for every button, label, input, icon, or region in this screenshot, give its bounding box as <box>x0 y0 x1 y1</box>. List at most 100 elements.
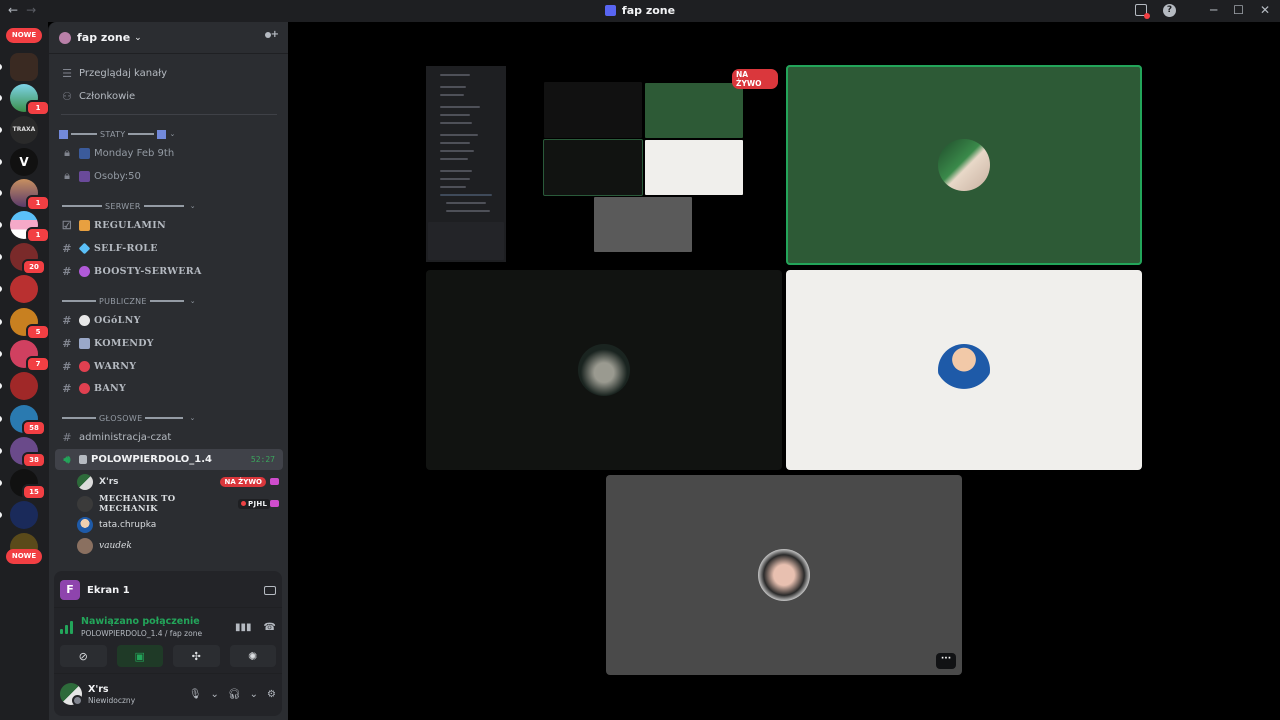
unread-badge: 7 <box>26 356 50 372</box>
server-icon[interactable] <box>10 501 38 529</box>
unread-badge: 38 <box>22 452 46 468</box>
headphones-icon[interactable]: 🎧︎ <box>228 689 241 700</box>
channel-bany[interactable]: # BANY <box>55 377 283 399</box>
new-unread-pill[interactable]: NOWE <box>6 28 42 43</box>
window-title: fap zone <box>0 4 1280 17</box>
monitor-icon[interactable] <box>264 585 276 595</box>
category-publiczne-label: PUBLICZNE <box>99 296 147 306</box>
connection-location[interactable]: POLOWPIERDOLO_1.4 / fap zone <box>81 629 202 638</box>
lock-icon: 🔒︎ <box>64 146 70 159</box>
settings-gear-icon[interactable]: ⚙ <box>267 689 276 700</box>
members-label: Członkowie <box>79 90 136 102</box>
rule <box>62 417 96 419</box>
category-publiczne[interactable]: PUBLICZNE ⌄ <box>59 294 279 308</box>
lock-icon: 🔒︎ <box>64 169 70 182</box>
chevron-down-icon[interactable]: ⌄ <box>211 689 219 700</box>
members[interactable]: ⚇ Członkowie <box>55 85 283 107</box>
server-icon[interactable] <box>10 53 38 81</box>
close-icon[interactable]: ✕ <box>1260 3 1270 17</box>
channel-regulamin[interactable]: ☑ REGULAMIN <box>55 214 283 236</box>
clan-tag: PJHL <box>238 498 271 509</box>
stop-screen-share-button[interactable]: ▣ <box>116 645 163 667</box>
channel-admin-czat[interactable]: # administracja-czat <box>55 426 283 448</box>
voice-user-xrs[interactable]: X'rs NA ŻYWO <box>77 471 283 492</box>
channel-self-role[interactable]: # SELF-ROLE <box>55 237 283 259</box>
category-serwer[interactable]: SERWER ⌄ <box>59 199 279 213</box>
avatar <box>77 473 93 490</box>
no-entry-icon <box>79 382 90 394</box>
category-glosowe[interactable]: GŁOSOWE ⌄ <box>59 411 279 425</box>
screen-share-status[interactable]: F Ekran 1 <box>60 577 276 603</box>
screen-avatar: F <box>60 580 80 600</box>
server-icon[interactable]: V <box>10 148 38 176</box>
camera-off-button[interactable]: ⊘ <box>60 645 107 667</box>
chevron-down-icon: ⌄ <box>169 130 176 138</box>
connection-status-text[interactable]: Nawiązano połączenie <box>81 616 202 627</box>
unread-pill <box>0 512 2 518</box>
add-member-icon[interactable] <box>264 29 279 44</box>
maximize-icon[interactable]: ☐ <box>1233 3 1244 17</box>
chevron-down-icon: ⌄ <box>189 202 196 210</box>
unread-pill <box>0 383 2 389</box>
server-icon[interactable] <box>10 275 38 303</box>
video-tile-vaudek[interactable]: ··· <box>606 475 962 675</box>
voice-channel-active[interactable]: 🔊︎ POLOWPIERDOLO_1.4 52:27 <box>55 449 283 470</box>
heart-icon <box>79 265 90 277</box>
participant-avatar <box>938 344 990 396</box>
channel-ogolny[interactable]: # OGóLNY <box>55 309 283 331</box>
server-name: fap zone <box>77 31 131 44</box>
participant-avatar <box>578 344 630 396</box>
inbox-icon[interactable] <box>1134 4 1150 19</box>
voice-user-name: MECHANIK TO MECHANIK <box>99 493 176 514</box>
channel-date[interactable]: 🔒︎ Monday Feb 9th <box>55 142 283 164</box>
category-staty[interactable]: STATY ⌄ <box>59 127 279 141</box>
unread-badge: 15 <box>22 484 46 500</box>
voice-user-name: vaudek <box>99 540 132 551</box>
soundboard-button[interactable]: ✺ <box>229 645 276 667</box>
screen-share-icon <box>270 500 279 507</box>
hash-icon: # <box>62 359 72 373</box>
video-tile-xrs[interactable] <box>786 65 1142 265</box>
disconnect-icon[interactable]: ☎ <box>264 622 276 633</box>
video-tile-tata[interactable] <box>786 270 1142 470</box>
user-name[interactable]: X'rs <box>88 684 135 695</box>
server-icon[interactable] <box>10 372 38 400</box>
channel-osoby[interactable]: 🔒︎ Osoby:50 <box>55 165 283 187</box>
channel-warny[interactable]: # WARNY <box>55 355 283 377</box>
activities-button[interactable]: ✣ <box>173 645 220 667</box>
browse-channels[interactable]: ☰ Przeglądaj kanały <box>55 62 283 84</box>
microphone-icon[interactable]: 🎙︎ <box>189 689 202 700</box>
new-unread-pill[interactable]: NOWE <box>6 549 42 564</box>
voice-user-mechanik[interactable]: MECHANIK TO MECHANIK PJHL <box>77 493 283 514</box>
channel-regulamin-label: REGULAMIN <box>94 219 166 231</box>
voice-channel-label: POLOWPIERDOLO_1.4 <box>91 454 212 465</box>
user-avatar[interactable] <box>60 683 83 706</box>
members-icon: ⚇ <box>62 89 72 103</box>
channel-komendy[interactable]: # KOMENDY <box>55 332 283 354</box>
voice-user-name: tata.chrupka <box>99 519 157 530</box>
chevron-down-icon[interactable]: ⌄ <box>250 689 258 700</box>
hash-icon: # <box>62 313 72 327</box>
voice-user-name: X'rs <box>99 476 119 487</box>
channel-boosty[interactable]: # BOOSTY-SERWERA <box>55 260 283 282</box>
server-icon[interactable]: TRAXA <box>10 116 38 144</box>
voice-user-tata[interactable]: tata.chrupka <box>77 514 283 535</box>
channel-warny-label: WARNY <box>94 360 137 372</box>
server-header[interactable]: fap zone ⌄ <box>49 22 288 54</box>
channel-komendy-label: KOMENDY <box>94 337 154 349</box>
channel-date-label: Monday Feb 9th <box>94 147 175 159</box>
help-icon[interactable]: ? <box>1162 3 1176 17</box>
hash-icon: # <box>62 264 72 278</box>
people-icon <box>79 170 90 182</box>
list-icon: ☰ <box>62 66 72 80</box>
voice-user-vaudek[interactable]: vaudek <box>77 535 283 556</box>
more-options-button[interactable]: ··· <box>936 653 956 669</box>
divider <box>61 114 277 115</box>
window-title-text: fap zone <box>621 4 676 17</box>
screen-share-tile[interactable]: NA ŻYWO <box>426 66 778 266</box>
minimize-icon[interactable]: ─ <box>1210 3 1217 17</box>
signal-icon <box>60 620 74 634</box>
video-tile-mechanik[interactable] <box>426 270 782 470</box>
speaker-icon: 🔊︎ <box>63 452 71 466</box>
voice-activity-icon[interactable]: ▮▮▮ <box>235 622 252 633</box>
